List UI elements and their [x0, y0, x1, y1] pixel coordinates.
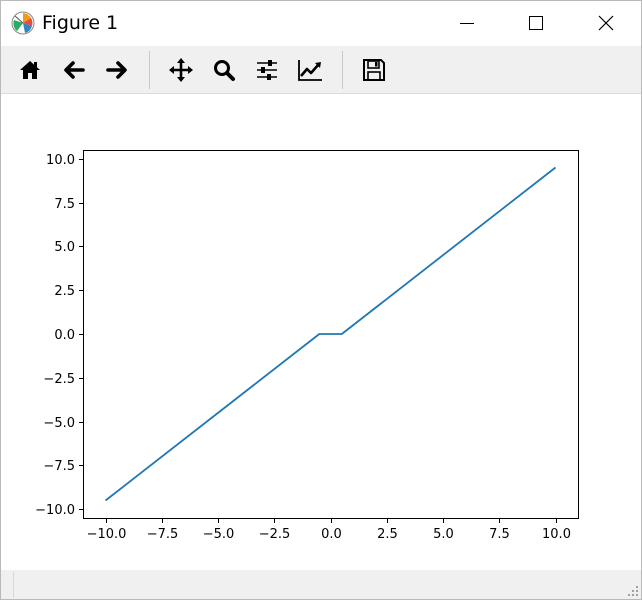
x-tick-label: 10.0 — [542, 527, 571, 542]
series-line — [104, 166, 557, 502]
x-tick-label: 7.5 — [489, 527, 510, 542]
y-tick-label: −10.0 — [35, 503, 75, 518]
forward-button[interactable] — [102, 55, 132, 85]
magnifier-icon — [214, 60, 235, 81]
sliders-icon — [257, 60, 277, 80]
zoom-button[interactable] — [209, 55, 239, 85]
toolbar-separator — [342, 51, 343, 89]
save-button[interactable] — [359, 55, 389, 85]
x-tick-label: 5.0 — [433, 527, 454, 542]
x-tick-label: −7.5 — [147, 527, 179, 542]
matplotlib-logo-icon — [11, 11, 35, 35]
close-button[interactable] — [583, 1, 629, 46]
x-tick-label: 0.0 — [321, 527, 342, 542]
y-tick-label: 2.5 — [54, 284, 75, 299]
arrow-left-icon — [64, 61, 85, 79]
y-tick-label: 0.0 — [54, 328, 75, 343]
maximize-icon — [529, 16, 543, 30]
status-bar — [1, 570, 641, 599]
y-tick-label: −5.0 — [43, 416, 75, 431]
minimize-button[interactable] — [444, 1, 490, 46]
figure-canvas[interactable]: −10.0 −7.5 −5.0 −2.5 0.0 2.5 5.0 7.5 10.0 −10.0 −… — [1, 94, 641, 570]
floppy-disk-icon — [363, 59, 385, 81]
x-tick-label: 2.5 — [377, 527, 398, 542]
y-tick-label: −7.5 — [43, 459, 75, 474]
customize-button[interactable] — [295, 55, 325, 85]
x-tick-label: −10.0 — [87, 527, 127, 542]
home-button[interactable] — [15, 55, 45, 85]
subplots-button[interactable] — [252, 55, 282, 85]
home-icon — [20, 61, 40, 79]
maximize-button[interactable] — [513, 1, 559, 46]
line-chart-icon — [298, 60, 322, 81]
y-tick-label: −2.5 — [43, 372, 75, 387]
x-tick-label: −2.5 — [259, 527, 291, 542]
minimize-icon — [460, 23, 474, 24]
y-tick-label: 7.5 — [54, 197, 75, 212]
y-tick-label: 5.0 — [54, 240, 75, 255]
plot-area: −10.0 −7.5 −5.0 −2.5 0.0 2.5 5.0 7.5 10.0 −10.0 −… — [35, 150, 579, 542]
move-icon — [169, 58, 193, 82]
resize-grip-icon[interactable] — [627, 585, 639, 597]
pan-button[interactable] — [166, 55, 196, 85]
status-divider — [13, 572, 14, 598]
x-tick-label: −5.0 — [203, 527, 235, 542]
navigation-toolbar — [1, 46, 641, 94]
title-bar[interactable]: Figure 1 — [1, 1, 641, 46]
close-icon — [598, 15, 614, 31]
arrow-right-icon — [106, 61, 127, 79]
toolbar-separator — [149, 51, 150, 89]
window-title: Figure 1 — [42, 12, 119, 34]
back-button[interactable] — [59, 55, 89, 85]
y-tick-label: 10.0 — [46, 153, 75, 168]
figure-window: Figure 1 −10.0 −7.5 −5.0 −2.5 0.0 2.5 5.… — [0, 0, 642, 600]
